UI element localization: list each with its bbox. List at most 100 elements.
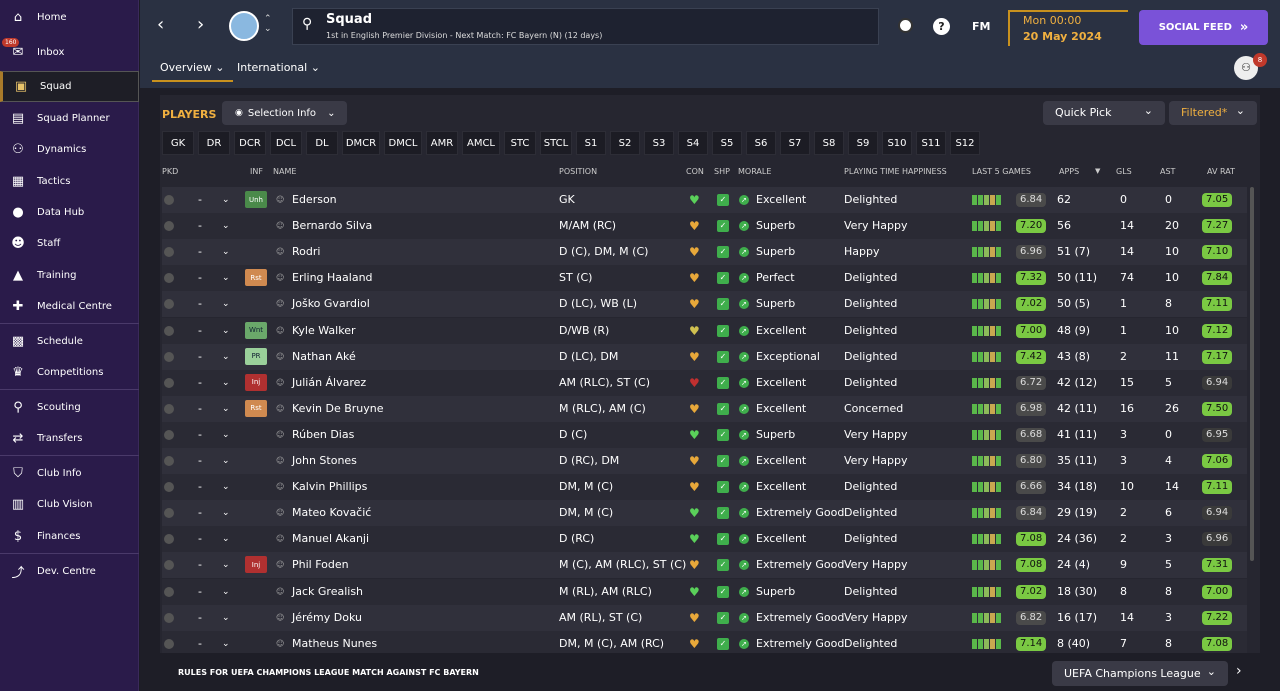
table-row[interactable]: - ⌄ Rst ☺ Kevin De Bruyne M (RLC), AM (C… (162, 395, 1247, 422)
chevron-down-icon[interactable]: ⌄ (222, 187, 230, 213)
sidebar-item-finances[interactable]: $ Finances (0, 521, 139, 552)
pick-checkbox[interactable] (164, 273, 174, 284)
social-feed-button[interactable]: SOCIAL FEED» (1139, 10, 1268, 45)
player-name[interactable]: Mateo Kovačić (292, 500, 371, 526)
chevron-up-down-icon[interactable]: ⌃ ⌄ (264, 14, 272, 34)
player-name[interactable]: Ederson (292, 187, 337, 213)
position-filter-s1[interactable]: S1 (576, 131, 606, 155)
position-filter-s5[interactable]: S5 (712, 131, 742, 155)
position-filter-stcl[interactable]: STCL (540, 131, 572, 155)
table-row[interactable]: - ⌄ Rst ☺ Erling Haaland ST (C) ♥ ✓ ➚ Pe… (162, 265, 1247, 292)
table-row[interactable]: - ⌄ Unh ☺ Ederson GK ♥ ✓ ➚ Excellent Del… (162, 187, 1247, 213)
table-row[interactable]: - ⌄ ☺ Bernardo Silva M/AM (RC) ♥ ✓ ➚ Sup… (162, 213, 1247, 240)
pick-checkbox[interactable] (164, 508, 174, 519)
sidebar-item-scouting[interactable]: ⚲ Scouting (0, 392, 139, 423)
position-filter-dmcr[interactable]: DMCR (342, 131, 380, 155)
chevron-down-icon[interactable]: ⌄ (222, 318, 230, 344)
chevron-down-icon[interactable]: ⌄ (222, 344, 230, 370)
player-name[interactable]: John Stones (292, 448, 357, 474)
chevron-down-icon[interactable]: ⌄ (222, 552, 230, 578)
position-filter-gk[interactable]: GK (162, 131, 194, 155)
title-search-box[interactable]: ⚲ Squad 1st in English Premier Division … (292, 8, 879, 45)
sidebar-item-inbox[interactable]: ✉ Inbox (0, 37, 139, 68)
position-filter-s10[interactable]: S10 (882, 131, 912, 155)
table-row[interactable]: - ⌄ ☺ Rúben Dias D (C) ♥ ✓ ➚ Superb Very… (162, 421, 1247, 448)
pick-checkbox[interactable] (164, 351, 174, 362)
position-filter-s7[interactable]: S7 (780, 131, 810, 155)
tab-overview[interactable]: Overview ⌄ (152, 56, 233, 82)
pick-checkbox[interactable] (164, 429, 174, 440)
table-row[interactable]: - ⌄ ☺ Jérémy Doku AM (RL), ST (C) ♥ ✓ ➚ … (162, 604, 1247, 631)
position-filter-amr[interactable]: AMR (426, 131, 458, 155)
column-header-gls[interactable]: GLS (1116, 167, 1132, 176)
pick-checkbox[interactable] (164, 482, 174, 493)
player-name[interactable]: Jack Grealish (292, 579, 363, 605)
sidebar-item-medical-centre[interactable]: ✚ Medical Centre (0, 291, 139, 322)
pick-checkbox[interactable] (164, 195, 174, 205)
table-row[interactable]: - ⌄ ☺ Joško Gvardiol D (LC), WB (L) ♥ ✓ … (162, 291, 1247, 318)
player-name[interactable]: Joško Gvardiol (292, 291, 370, 317)
player-name[interactable]: Rodri (292, 239, 320, 265)
table-row[interactable]: - ⌄ PR ☺ Nathan Aké D (LC), DM ♥ ✓ ➚ Exc… (162, 343, 1247, 370)
table-row[interactable]: - ⌄ ☺ Manuel Akanji D (RC) ♥ ✓ ➚ Excelle… (162, 526, 1247, 553)
chevron-down-icon[interactable]: ⌄ (222, 239, 230, 265)
column-header-con[interactable]: CON (686, 167, 704, 176)
sidebar-item-squad-planner[interactable]: ▤ Squad Planner (0, 103, 139, 134)
position-filter-amcl[interactable]: AMCL (462, 131, 500, 155)
player-name[interactable]: Erling Haaland (292, 265, 373, 291)
player-name[interactable]: Phil Foden (292, 552, 349, 578)
column-header-apps[interactable]: APPS (1059, 167, 1079, 176)
position-filter-s11[interactable]: S11 (916, 131, 946, 155)
chevron-down-icon[interactable]: ⌄ (222, 474, 230, 500)
table-row[interactable]: - ⌄ ☺ Mateo Kovačić DM, M (C) ♥ ✓ ➚ Extr… (162, 500, 1247, 527)
position-filter-s4[interactable]: S4 (678, 131, 708, 155)
chevron-down-icon[interactable]: ⌄ (222, 213, 230, 239)
filter-dropdown[interactable]: Filtered* ⌄ (1169, 101, 1257, 125)
chevron-down-icon[interactable]: ⌄ (222, 396, 230, 422)
chevron-down-icon[interactable]: ⌄ (222, 448, 230, 474)
position-filter-dr[interactable]: DR (198, 131, 230, 155)
position-filter-s3[interactable]: S3 (644, 131, 674, 155)
chevron-down-icon[interactable]: ⌄ (222, 291, 230, 317)
player-name[interactable]: Jérémy Doku (292, 605, 362, 631)
column-header-av-rat[interactable]: AV RAT (1207, 167, 1235, 176)
pick-checkbox[interactable] (164, 325, 174, 336)
column-header-name[interactable]: NAME (273, 167, 296, 176)
table-row[interactable]: - ⌄ ☺ Jack Grealish M (RL), AM (RLC) ♥ ✓… (162, 578, 1247, 605)
chevron-down-icon[interactable]: ⌄ (222, 605, 230, 631)
table-row[interactable]: - ⌄ ☺ Kalvin Phillips DM, M (C) ♥ ✓ ➚ Ex… (162, 474, 1247, 501)
pick-checkbox[interactable] (164, 299, 174, 310)
position-filter-s2[interactable]: S2 (610, 131, 640, 155)
sidebar-item-home[interactable]: ⌂ Home (0, 2, 139, 33)
pick-checkbox[interactable] (164, 534, 174, 545)
chevron-down-icon[interactable]: ⌄ (222, 265, 230, 291)
pick-checkbox[interactable] (164, 560, 174, 571)
sidebar-item-tactics[interactable]: ▦ Tactics (0, 166, 139, 197)
fm-menu-button[interactable]: FM (972, 20, 990, 33)
column-header-morale[interactable]: MORALE (738, 167, 771, 176)
sidebar-item-dev-centre[interactable]: ⤴ Dev. Centre (0, 556, 139, 587)
sidebar-item-club-vision[interactable]: ▥ Club Vision (0, 489, 139, 520)
sidebar-item-transfers[interactable]: ⇄ Transfers (0, 423, 139, 454)
sidebar-item-club-info[interactable]: ⛉ Club Info (0, 458, 139, 489)
sidebar-item-competitions[interactable]: ♛ Competitions (0, 357, 139, 388)
player-name[interactable]: Nathan Aké (292, 344, 356, 370)
pick-checkbox[interactable] (164, 247, 174, 258)
club-badge-icon[interactable] (229, 11, 259, 41)
sidebar-item-data-hub[interactable]: ● Data Hub (0, 197, 139, 228)
player-name[interactable]: Kevin De Bruyne (292, 396, 384, 422)
pick-checkbox[interactable] (164, 612, 174, 623)
table-row[interactable]: - ⌄ Inj ☺ Phil Foden M (C), AM (RLC), ST… (162, 552, 1247, 579)
column-header-ast[interactable]: AST (1160, 167, 1175, 176)
tab-international[interactable]: International ⌄ (229, 56, 328, 82)
table-row[interactable]: - ⌄ Wnt ☺ Kyle Walker D/WB (R) ♥ ✓ ➚ Exc… (162, 317, 1247, 344)
position-filter-dmcl[interactable]: DMCL (384, 131, 422, 155)
column-header-position[interactable]: POSITION (559, 167, 597, 176)
help-icon[interactable]: ? (933, 18, 950, 35)
sidebar-item-squad[interactable]: ▣ Squad (0, 71, 139, 102)
back-arrow-icon[interactable]: ‹ (157, 14, 164, 35)
sidebar-item-schedule[interactable]: ▩ Schedule (0, 326, 139, 357)
pick-checkbox[interactable] (164, 377, 174, 388)
sidebar-item-training[interactable]: ▲ Training (0, 260, 139, 291)
chevron-down-icon[interactable]: ⌄ (222, 579, 230, 605)
